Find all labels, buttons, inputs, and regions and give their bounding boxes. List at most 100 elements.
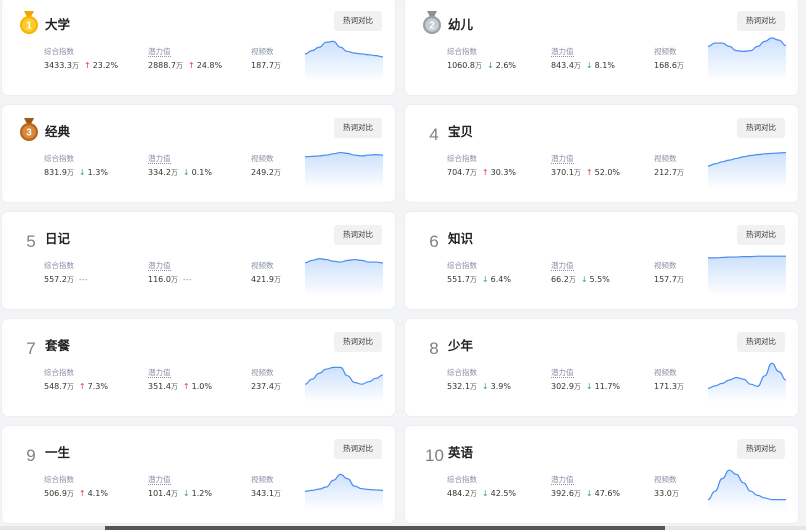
videos-metric: 视频数 343.1万 <box>251 474 281 500</box>
composite-metric: 综合指数 532.1万 ↓ 3.9% <box>447 367 511 393</box>
potential-label: 潜力值 <box>551 368 574 378</box>
videos-value: 168.6万 <box>654 61 684 70</box>
potential-value: 101.4万 ↓ 1.2% <box>148 489 212 498</box>
potential-label: 潜力值 <box>551 475 574 485</box>
videos-value: 212.7万 <box>654 168 684 177</box>
videos-value: 237.4万 <box>251 382 281 391</box>
composite-label: 综合指数 <box>447 154 477 163</box>
compare-button[interactable]: 热词对比 <box>334 225 382 245</box>
potential-metric: 潜力值 302.9万 ↓ 11.7% <box>551 367 620 393</box>
compare-button[interactable]: 热词对比 <box>334 332 382 352</box>
keyword-title[interactable]: 大学 <box>45 14 70 33</box>
scrollbar-thumb[interactable] <box>105 526 665 530</box>
composite-metric: 综合指数 704.7万 ↑ 30.3% <box>447 153 516 179</box>
compare-button[interactable]: 热词对比 <box>737 11 785 31</box>
compare-button[interactable]: 热词对比 <box>737 439 785 459</box>
compare-button[interactable]: 热词对比 <box>737 332 785 352</box>
trend-sparkline <box>305 151 383 189</box>
potential-change: 11.7% <box>594 382 621 391</box>
gold-medal-icon: 1 <box>20 11 38 34</box>
compare-button[interactable]: 热词对比 <box>737 118 785 138</box>
composite-change: 23.2% <box>92 61 119 70</box>
videos-value: 171.3万 <box>654 382 684 391</box>
videos-label: 视频数 <box>251 261 274 270</box>
composite-value: 506.9万 ↑ 4.1% <box>44 489 108 498</box>
composite-change: 42.5% <box>490 489 517 498</box>
keyword-title[interactable]: 套餐 <box>45 335 70 354</box>
composite-change: 3.9% <box>490 382 511 391</box>
sparkline-area <box>708 363 786 403</box>
horizontal-scrollbar[interactable] <box>0 526 806 530</box>
potential-change: 1.2% <box>191 489 212 498</box>
keyword-card[interactable]: 5 日记 热词对比 综合指数 557.2万 --- 潜力值 116.0万 --- 视… <box>2 212 395 309</box>
videos-value: 157.7万 <box>654 275 684 284</box>
composite-value: 557.2万 --- <box>44 275 88 284</box>
keyword-card[interactable]: 9 一生 热词对比 综合指数 506.9万 ↑ 4.1% 潜力值 101.4万 ↓ 1.… <box>2 426 395 523</box>
silver-medal-icon: 2 <box>423 11 441 34</box>
trend-sparkline <box>305 258 383 296</box>
keyword-card[interactable]: 4 宝贝 热词对比 综合指数 704.7万 ↑ 30.3% 潜力值 370.1万 ↑ 5… <box>405 105 798 202</box>
potential-metric: 潜力值 2888.7万 ↑ 24.8% <box>148 46 222 72</box>
keyword-card[interactable]: 6 知识 热词对比 综合指数 551.7万 ↓ 6.4% 潜力值 66.2万 ↓ 5.5… <box>405 212 798 309</box>
composite-metric: 综合指数 551.7万 ↓ 6.4% <box>447 260 511 286</box>
potential-metric: 潜力值 334.2万 ↓ 0.1% <box>148 153 212 179</box>
potential-value: 2888.7万 ↑ 24.8% <box>148 61 223 70</box>
composite-value: 3433.3万 ↑ 23.2% <box>44 61 119 70</box>
composite-label: 综合指数 <box>447 261 477 270</box>
composite-label: 综合指数 <box>44 47 74 56</box>
keyword-card[interactable]: 7 套餐 热词对比 综合指数 548.7万 ↑ 7.3% 潜力值 351.4万 ↑ 1.… <box>2 319 395 416</box>
composite-change: 30.3% <box>490 168 517 177</box>
compare-button[interactable]: 热词对比 <box>334 118 382 138</box>
trend-sparkline <box>708 469 786 510</box>
keyword-card[interactable]: 1 大学 热词对比 综合指数 3433.3万 ↑ 23.2% 潜力值 2888.7万… <box>2 0 395 95</box>
keyword-title[interactable]: 少年 <box>448 335 473 354</box>
trend-up-icon: ↑ <box>481 168 489 177</box>
composite-metric: 综合指数 548.7万 ↑ 7.3% <box>44 367 108 393</box>
keyword-card[interactable]: 2 幼儿 热词对比 综合指数 1060.8万 ↓ 2.6% 潜力值 843.4万 ↓ 8… <box>405 0 798 95</box>
sparkline-area <box>708 152 786 189</box>
keyword-title[interactable]: 一生 <box>45 442 70 461</box>
potential-metric: 潜力值 66.2万 ↓ 5.5% <box>551 260 610 286</box>
videos-metric: 视频数 212.7万 <box>654 153 684 179</box>
trend-down-icon: ↓ <box>585 489 593 498</box>
composite-label: 综合指数 <box>447 368 477 377</box>
compare-button[interactable]: 热词对比 <box>334 11 382 31</box>
composite-metric: 综合指数 484.2万 ↓ 42.5% <box>447 474 516 500</box>
trend-down-icon: ↓ <box>585 382 593 391</box>
trend-down-icon: ↓ <box>78 168 86 177</box>
medal-rank-text: 2 <box>429 21 435 32</box>
composite-metric: 综合指数 506.9万 ↑ 4.1% <box>44 474 108 500</box>
sparkline-area <box>708 38 786 82</box>
compare-button[interactable]: 热词对比 <box>334 439 382 459</box>
keyword-title[interactable]: 宝贝 <box>448 121 473 140</box>
keyword-title[interactable]: 英语 <box>448 442 473 461</box>
videos-label: 视频数 <box>654 261 677 270</box>
potential-change: 52.0% <box>594 168 621 177</box>
composite-value: 532.1万 ↓ 3.9% <box>447 382 511 391</box>
potential-label: 潜力值 <box>148 47 171 57</box>
rank-number: 5 <box>26 232 36 251</box>
trend-down-icon: ↓ <box>481 489 489 498</box>
potential-metric: 潜力值 843.4万 ↓ 8.1% <box>551 46 615 72</box>
keyword-card[interactable]: 10 英语 热词对比 综合指数 484.2万 ↓ 42.5% 潜力值 392.6万 ↓… <box>405 426 798 523</box>
trend-sparkline <box>305 40 383 82</box>
trend-up-icon: ↑ <box>78 489 86 498</box>
trend-sparkline <box>708 255 786 296</box>
trend-sparkline <box>305 366 383 403</box>
composite-label: 综合指数 <box>447 47 477 56</box>
keyword-title[interactable]: 日记 <box>45 228 70 247</box>
potential-label: 潜力值 <box>551 261 574 271</box>
keyword-card[interactable]: 8 少年 热词对比 综合指数 532.1万 ↓ 3.9% 潜力值 302.9万 ↓ 11… <box>405 319 798 416</box>
compare-button[interactable]: 热词对比 <box>737 225 785 245</box>
trend-down-icon: ↓ <box>481 275 489 284</box>
rank-number: 6 <box>429 232 439 251</box>
videos-metric: 视频数 168.6万 <box>654 46 684 72</box>
sparkline-area <box>305 152 383 189</box>
rank-number: 10 <box>425 446 444 465</box>
no-change-mark: --- <box>78 275 88 284</box>
keyword-title[interactable]: 知识 <box>448 228 473 247</box>
composite-value: 1060.8万 ↓ 2.6% <box>447 61 517 70</box>
keyword-card[interactable]: 3 经典 热词对比 综合指数 831.9万 ↓ 1.3% 潜力值 334.2万 ↓ 0.… <box>2 105 395 202</box>
keyword-title[interactable]: 幼儿 <box>448 14 473 33</box>
keyword-title[interactable]: 经典 <box>45 121 70 140</box>
